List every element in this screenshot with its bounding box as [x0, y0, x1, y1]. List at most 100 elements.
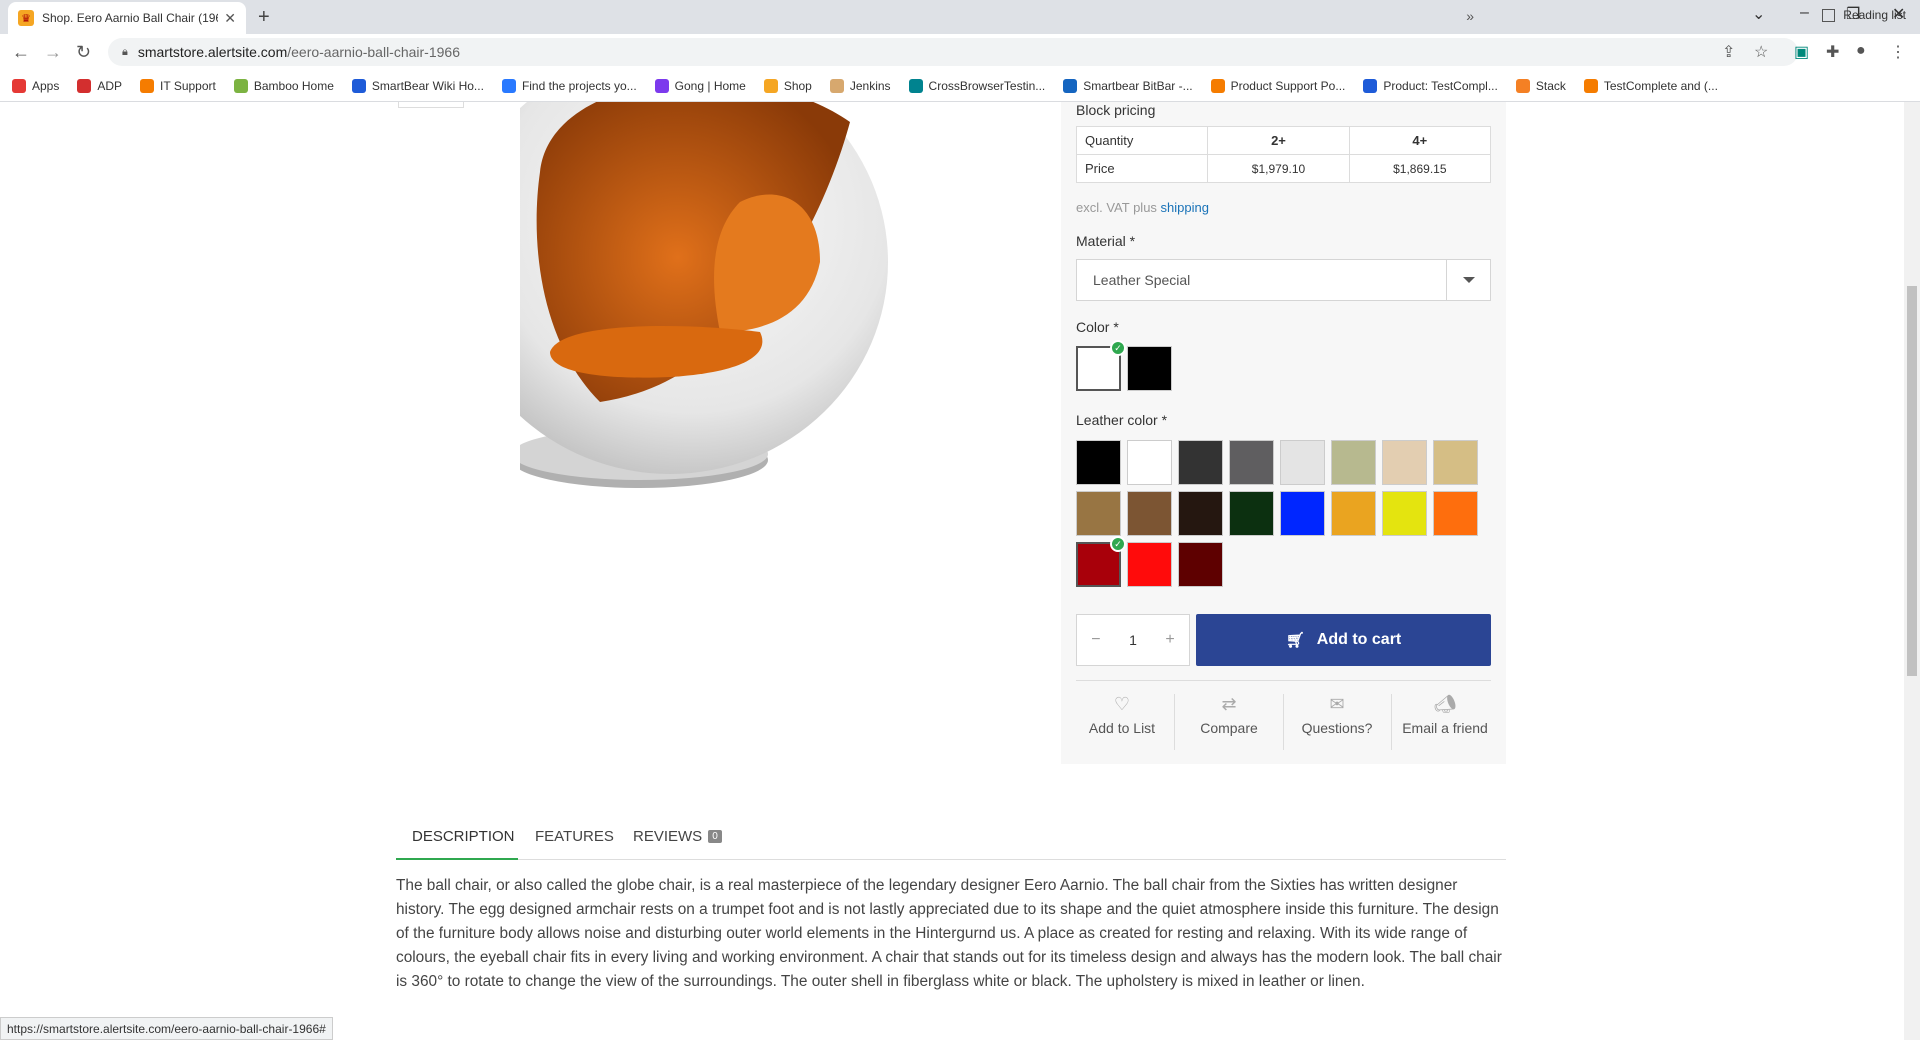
- thumbnail[interactable]: [398, 102, 464, 108]
- reading-list[interactable]: Reading list: [1822, 8, 1906, 22]
- back-icon[interactable]: ←: [12, 42, 30, 63]
- leather-color-swatch[interactable]: [1433, 491, 1478, 536]
- close-icon[interactable]: ✕: [224, 10, 236, 27]
- compare-button[interactable]: ⇄ Compare: [1175, 694, 1283, 750]
- leather-color-swatch[interactable]: [1127, 440, 1172, 485]
- bookmark-item[interactable]: Smartbear BitBar -...: [1063, 78, 1193, 93]
- material-select[interactable]: Leather Special: [1076, 259, 1491, 301]
- bookmark-icon: [829, 78, 844, 93]
- divider: [1076, 680, 1491, 681]
- bookmark-icon: [77, 78, 92, 93]
- questions-button[interactable]: ✉ Questions?: [1283, 694, 1391, 750]
- email-friend-button[interactable]: 📣︎ Email a friend: [1391, 694, 1499, 750]
- shipping-link[interactable]: shipping: [1161, 200, 1209, 215]
- bookmark-item[interactable]: ADP: [77, 78, 123, 93]
- bookmark-item[interactable]: Product Support Po...: [1210, 78, 1345, 93]
- envelope-icon: ✉: [1329, 694, 1345, 714]
- leather-color-swatch[interactable]: [1127, 542, 1172, 587]
- leather-color-swatch[interactable]: [1280, 491, 1325, 536]
- browser-toolbar: ← → ↻ 🔒︎ smartstore.alertsite.com/eero-a…: [0, 34, 1920, 70]
- address-bar[interactable]: 🔒︎ smartstore.alertsite.com/eero-aarnio-…: [108, 38, 1798, 66]
- bookmark-item[interactable]: Product: TestCompl...: [1363, 78, 1498, 93]
- bookmark-item[interactable]: Jenkins: [829, 78, 891, 93]
- bookmark-item[interactable]: Shop: [763, 78, 812, 93]
- leather-color-swatch[interactable]: [1178, 542, 1223, 587]
- product-image[interactable]: [520, 102, 990, 502]
- leather-color-swatch[interactable]: [1178, 440, 1223, 485]
- active-tab-indicator: [396, 858, 518, 860]
- tab-reviews-label: REVIEWS: [633, 828, 703, 845]
- leather-color-swatch[interactable]: [1331, 491, 1376, 536]
- minimize-icon[interactable]: –: [1800, 4, 1809, 22]
- selected-check-icon: ✓: [1110, 536, 1126, 552]
- table-cell: 4+: [1348, 126, 1492, 155]
- bookmark-icon: [1210, 78, 1225, 93]
- action-label: Add to List: [1088, 720, 1156, 736]
- scrollbar-thumb[interactable]: [1907, 286, 1917, 676]
- material-label: Material *: [1076, 233, 1136, 249]
- add-to-cart-button[interactable]: 🛒︎ Add to cart: [1196, 614, 1491, 666]
- bookmark-item[interactable]: Bamboo Home: [233, 78, 334, 93]
- add-to-list-button[interactable]: ♡ Add to List: [1068, 694, 1176, 750]
- share-icon[interactable]: ⇪: [1722, 42, 1735, 62]
- bookmark-item[interactable]: SmartBear Wiki Ho...: [351, 78, 484, 93]
- lock-icon: 🔒︎: [122, 45, 128, 58]
- add-to-cart-label: Add to cart: [1316, 631, 1402, 648]
- bookmark-item[interactable]: Apps: [12, 78, 59, 93]
- reading-list-label: Reading list: [1843, 8, 1906, 22]
- block-pricing-label: Block pricing: [1076, 102, 1156, 118]
- bookmark-icon: [763, 78, 778, 93]
- bookmark-label: ADP: [97, 78, 123, 93]
- leather-color-swatch[interactable]: [1382, 440, 1427, 485]
- leather-color-swatch[interactable]: [1127, 491, 1172, 536]
- bookmark-item[interactable]: CrossBrowserTestin...: [908, 78, 1045, 93]
- bookmark-label: Shop: [783, 78, 812, 93]
- extension-icon[interactable]: ▣: [1794, 42, 1809, 62]
- bookmark-item[interactable]: Stack: [1515, 78, 1566, 93]
- leather-color-swatch[interactable]: [1280, 440, 1325, 485]
- color-swatch[interactable]: [1127, 346, 1172, 391]
- bookmark-item[interactable]: Find the projects yo...: [501, 78, 637, 93]
- menu-icon[interactable]: ⋮: [1890, 42, 1906, 62]
- table-cell: Price: [1075, 154, 1209, 183]
- bookmark-icon: [1583, 78, 1598, 93]
- quantity-stepper[interactable]: − 1 +: [1076, 614, 1190, 666]
- table-cell: 2+: [1207, 126, 1350, 155]
- tab-reviews[interactable]: REVIEWS 0: [633, 828, 722, 845]
- tab-description[interactable]: DESCRIPTION: [412, 828, 515, 845]
- minus-icon[interactable]: −: [1091, 631, 1100, 649]
- scrollbar[interactable]: [1904, 102, 1920, 1040]
- page-content: Block pricing Quantity 2+ 4+ Price $1,97…: [0, 102, 1904, 1040]
- leather-color-label: Leather color *: [1076, 412, 1168, 428]
- tab-features[interactable]: FEATURES: [535, 828, 614, 845]
- bookmark-item[interactable]: Gong | Home: [654, 78, 746, 93]
- puzzle-icon[interactable]: ✚: [1826, 42, 1839, 62]
- leather-color-swatch[interactable]: [1178, 491, 1223, 536]
- bookmark-label: IT Support: [160, 78, 216, 93]
- chevron-down-icon[interactable]: ⌄: [1752, 4, 1765, 24]
- more-bookmarks-icon[interactable]: »: [1466, 8, 1474, 24]
- forward-icon[interactable]: →: [44, 42, 62, 63]
- plus-icon[interactable]: +: [1165, 631, 1174, 649]
- leather-color-swatch[interactable]: [1229, 440, 1274, 485]
- new-tab-icon[interactable]: +: [258, 6, 270, 29]
- bookmark-icon: [351, 78, 366, 93]
- leather-color-swatch[interactable]: [1076, 440, 1121, 485]
- leather-color-swatch[interactable]: [1382, 491, 1427, 536]
- browser-tab[interactable]: ♛ Shop. Eero Aarnio Ball Chair (196 ✕: [8, 2, 246, 34]
- bookmark-label: TestComplete and (...: [1603, 78, 1718, 93]
- leather-color-swatch[interactable]: [1229, 491, 1274, 536]
- leather-color-swatch[interactable]: [1331, 440, 1376, 485]
- block-pricing-table: Quantity 2+ 4+ Price $1,979.10 $1,869.15: [1075, 126, 1492, 183]
- leather-color-swatch[interactable]: [1076, 491, 1121, 536]
- profile-icon[interactable]: ●: [1856, 42, 1866, 60]
- bookmark-item[interactable]: IT Support: [140, 78, 216, 93]
- bookmark-item[interactable]: TestComplete and (...: [1583, 78, 1718, 93]
- quantity-value[interactable]: 1: [1129, 632, 1137, 648]
- star-icon[interactable]: ☆: [1754, 42, 1768, 62]
- reload-icon[interactable]: ↻: [76, 42, 91, 63]
- bookmark-icon: [908, 78, 923, 93]
- leather-color-swatch[interactable]: [1433, 440, 1478, 485]
- status-bar: https://smartstore.alertsite.com/eero-aa…: [0, 1017, 333, 1040]
- cart-icon: 🛒︎: [1285, 632, 1305, 649]
